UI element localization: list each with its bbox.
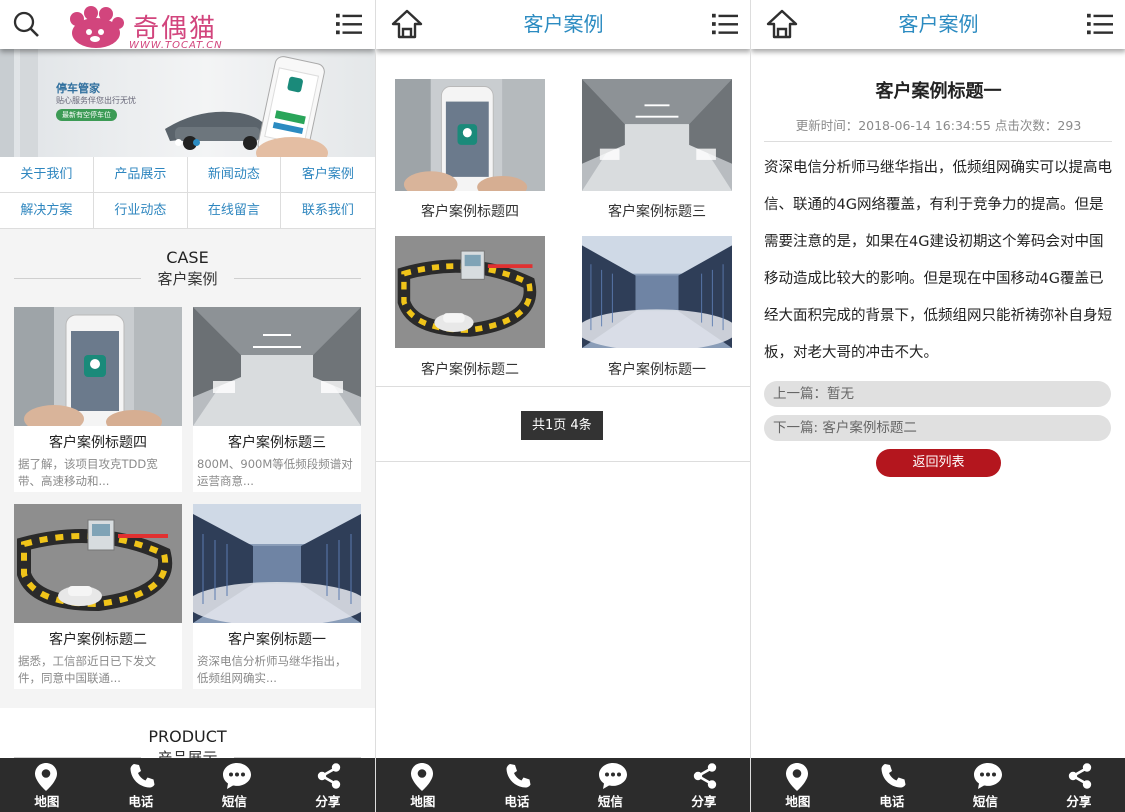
footer-label: 地图 — [410, 794, 436, 809]
footer-map[interactable]: 地图 — [751, 758, 845, 812]
footer-label: 短信 — [597, 794, 623, 809]
footer-label: 地图 — [785, 794, 811, 809]
page-title: 客户案例 — [523, 12, 604, 36]
divider — [764, 141, 1112, 142]
nav-item[interactable]: 关于我们 — [0, 157, 94, 193]
logo-icon[interactable] — [63, 5, 125, 49]
footer-phone[interactable]: 电话 — [94, 758, 188, 812]
article-body: 资深电信分析师马继华指出，低频组网确实可以提高电信、联通的4G网络覆盖，有利于竞… — [764, 160, 1112, 361]
logo-url: WWW.TOCAT.CN — [129, 40, 223, 51]
case-card[interactable]: 客户案例标题三 800M、900M等低频段频谱对运营商意... — [193, 307, 361, 492]
page-title: 客户案例 — [898, 12, 979, 36]
footer-phone[interactable]: 电话 — [845, 758, 939, 812]
divider — [376, 386, 750, 387]
footer-sms[interactable]: 短信 — [939, 758, 1033, 812]
footer-label: 分享 — [691, 794, 717, 809]
footer-label: 电话 — [128, 794, 154, 809]
case-title[interactable]: 客户案例标题三 — [193, 432, 361, 452]
case-desc: 资深电信分析师马继华指出，低频组网确实... — [197, 654, 347, 685]
case-detail-panel: 客户案例 客户案例标题一 更新时间：2018-06-14 16:34:55 点击… — [750, 0, 1125, 812]
footer-label: 短信 — [221, 794, 247, 809]
nav-item[interactable]: 在线留言 — [187, 193, 282, 229]
case-image[interactable] — [395, 79, 545, 191]
footer-bar: 地图 电话 短信 分享 — [376, 758, 750, 812]
header: 客户案例 — [376, 0, 750, 49]
section-title-en: CASE — [166, 248, 209, 267]
nav-item[interactable]: 行业动态 — [94, 193, 188, 229]
footer-bar: 地图 电话 短信 分享 — [751, 758, 1125, 812]
next-link[interactable]: 下一篇: 客户案例标题二 — [764, 415, 1111, 441]
footer-label: 地图 — [34, 794, 60, 809]
footer-label: 短信 — [972, 794, 998, 809]
case-list-panel: 客户案例 客户案例标题四 客户案例标题三 客户案例标题二 客户案例标题一 共1页… — [375, 0, 750, 812]
menu-icon[interactable] — [1087, 12, 1113, 36]
case-title[interactable]: 客户案例标题四 — [395, 201, 545, 221]
case-image[interactable] — [395, 236, 545, 348]
nav-item[interactable]: 产品展示 — [94, 157, 188, 193]
banner-title: 停车管家 — [56, 82, 100, 95]
case-desc: 据悉，工信部近日已下发文件，同意中国联通... — [18, 654, 156, 685]
menu-icon[interactable] — [712, 12, 738, 36]
search-icon[interactable] — [13, 11, 40, 38]
home-panel: 奇偶猫 WWW.TOCAT.CN 停车管家 贴心服务伴您出行无忧 最新有空停车位… — [0, 0, 375, 812]
nav-item[interactable]: 解决方案 — [0, 193, 94, 229]
case-desc: 800M、900M等低频段频谱对运营商意... — [197, 457, 353, 488]
footer-map[interactable]: 地图 — [376, 758, 470, 812]
footer-map[interactable]: 地图 — [0, 758, 94, 812]
footer-label: 电话 — [504, 794, 530, 809]
footer-sms[interactable]: 短信 — [188, 758, 282, 812]
pager: 共1页 4条 — [521, 411, 603, 440]
banner-subtitle: 贴心服务伴您出行无忧 — [56, 96, 136, 105]
header: 客户案例 — [751, 0, 1125, 49]
nav-grid: 关于我们 产品展示 新闻动态 客户案例 解决方案 行业动态 在线留言 联系我们 — [0, 157, 375, 229]
case-image[interactable] — [14, 307, 182, 426]
case-title[interactable]: 客户案例标题三 — [582, 201, 732, 221]
footer-sms[interactable]: 短信 — [564, 758, 658, 812]
footer-label: 电话 — [879, 794, 905, 809]
case-desc: 据了解，该项目攻克TDD宽带、高速移动和... — [18, 457, 158, 488]
banner-button[interactable]: 最新有空停车位 — [56, 109, 117, 121]
section-title-en: PRODUCT — [148, 727, 227, 746]
case-title[interactable]: 客户案例标题一 — [193, 629, 361, 649]
case-card[interactable]: 客户案例标题四 据了解，该项目攻克TDD宽带、高速移动和... — [14, 307, 182, 492]
slider-dot[interactable] — [175, 139, 182, 146]
case-title[interactable]: 客户案例标题一 — [582, 359, 732, 379]
footer-bar: 地图 电话 短信 分享 — [0, 758, 375, 812]
nav-item[interactable]: 新闻动态 — [187, 157, 282, 193]
nav-item[interactable]: 客户案例 — [281, 157, 375, 193]
divider — [376, 461, 750, 462]
case-title[interactable]: 客户案例标题二 — [14, 629, 182, 649]
section-title-cn: 客户案例 — [157, 270, 218, 288]
case-title[interactable]: 客户案例标题四 — [14, 432, 182, 452]
footer-label: 分享 — [1066, 794, 1092, 809]
menu-icon[interactable] — [336, 12, 362, 36]
case-image[interactable] — [193, 307, 361, 426]
footer-share[interactable]: 分享 — [657, 758, 750, 812]
footer-share[interactable]: 分享 — [281, 758, 375, 812]
header: 奇偶猫 WWW.TOCAT.CN — [0, 0, 375, 51]
case-card[interactable]: 客户案例标题一 资深电信分析师马继华指出，低频组网确实... — [193, 504, 361, 689]
back-to-list-button[interactable]: 返回列表 — [876, 449, 1001, 477]
case-card[interactable]: 客户案例标题二 据悉，工信部近日已下发文件，同意中国联通... — [14, 504, 182, 689]
case-image[interactable] — [582, 236, 732, 348]
case-image[interactable] — [582, 79, 732, 191]
footer-share[interactable]: 分享 — [1032, 758, 1125, 812]
case-image[interactable] — [14, 504, 182, 623]
footer-phone[interactable]: 电话 — [470, 758, 564, 812]
footer-label: 分享 — [315, 794, 341, 809]
case-image[interactable] — [193, 504, 361, 623]
prev-link[interactable]: 上一篇：暂无 — [764, 381, 1111, 407]
slider-dot-active[interactable] — [193, 139, 200, 146]
banner[interactable]: 停车管家 贴心服务伴您出行无忧 最新有空停车位 — [0, 49, 375, 157]
nav-item[interactable]: 联系我们 — [281, 193, 375, 229]
article-title: 客户案例标题一 — [875, 81, 1002, 102]
case-title[interactable]: 客户案例标题二 — [395, 359, 545, 379]
article-meta: 更新时间：2018-06-14 16:34:55 点击次数：293 — [795, 118, 1082, 133]
